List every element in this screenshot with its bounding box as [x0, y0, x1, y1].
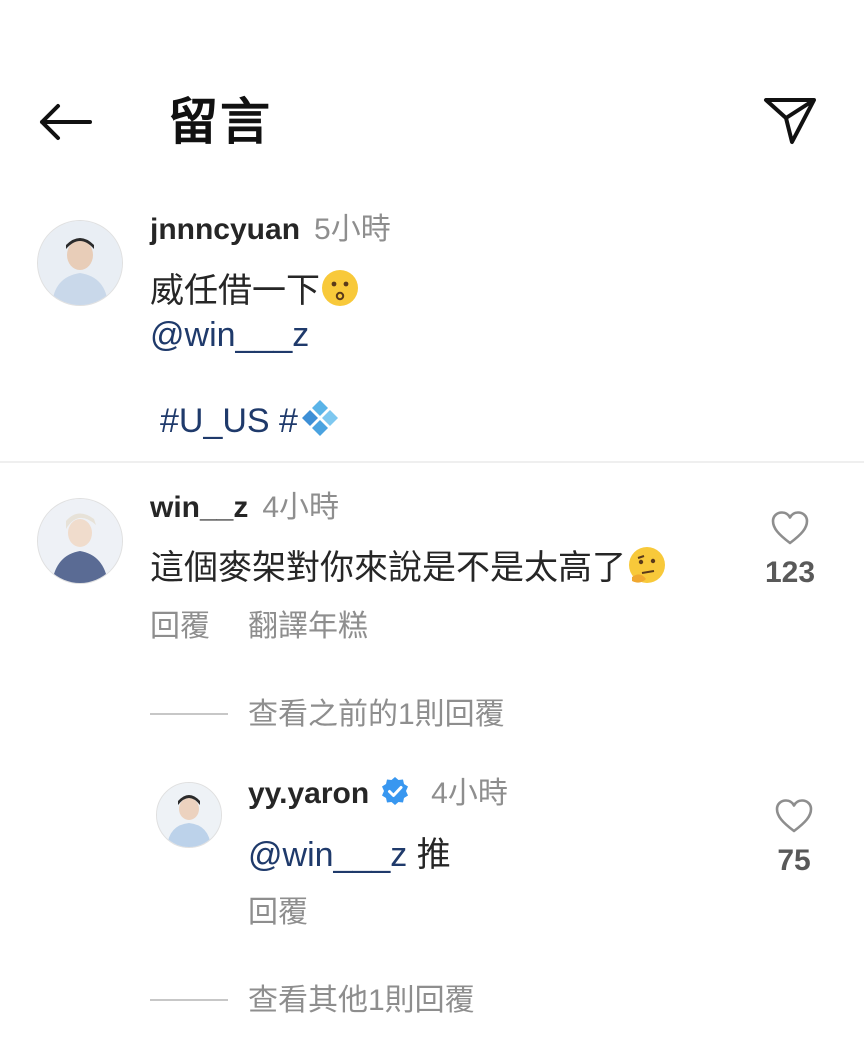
like-button[interactable]	[764, 508, 816, 548]
person-avatar-icon	[38, 499, 122, 583]
avatar[interactable]	[156, 782, 222, 848]
like-count: 75	[777, 844, 811, 877]
caption-text: 威任借一下	[150, 272, 320, 310]
divider	[0, 461, 864, 463]
thread-line	[150, 713, 228, 715]
diamond-emoji-icon	[298, 398, 342, 449]
comment-actions: 回覆 翻譯年糕	[150, 607, 368, 647]
kissing-face-emoji-icon	[320, 268, 360, 319]
like-button[interactable]	[768, 796, 820, 836]
hashtag-line: #U_US #	[160, 398, 342, 449]
caption-line: 威任借一下	[150, 268, 360, 319]
thread-line	[150, 999, 228, 1001]
timestamp: 4小時	[431, 777, 508, 810]
thinking-face-emoji-icon	[626, 545, 668, 596]
verified-badge-icon	[379, 775, 411, 825]
back-arrow-icon	[40, 104, 92, 140]
translate-button[interactable]: 翻譯年糕	[248, 610, 368, 643]
like-count: 123	[764, 556, 816, 589]
comment-text: 這個麥架對你來說是不是太高了	[150, 549, 626, 587]
reply-button[interactable]: 回覆	[150, 610, 210, 643]
comment-header: win__z 4小時	[150, 486, 339, 535]
hashtag-link[interactable]: #U_US #	[160, 402, 298, 440]
avatar[interactable]	[37, 498, 123, 584]
share-button[interactable]	[760, 92, 820, 148]
avatar[interactable]	[37, 220, 123, 306]
page-title: 留言	[168, 94, 272, 150]
caption-header: jnnncyuan 5小時	[150, 208, 391, 257]
username[interactable]: jnnncyuan	[150, 213, 300, 246]
timestamp: 4小時	[262, 491, 340, 524]
mention-link[interactable]: @win___z	[248, 836, 407, 874]
reply-button[interactable]: 回覆	[248, 893, 308, 933]
reply-text-line: @win___z 推	[248, 833, 451, 877]
back-button[interactable]	[34, 96, 94, 148]
person-avatar-icon	[157, 783, 221, 847]
paper-plane-icon	[764, 98, 816, 144]
heart-icon	[771, 511, 809, 545]
person-avatar-icon	[38, 221, 122, 305]
timestamp: 5小時	[314, 213, 391, 246]
reply-text: 推	[407, 836, 451, 874]
username[interactable]: win__z	[150, 491, 248, 524]
heart-icon	[775, 799, 813, 833]
view-more-replies[interactable]: 查看其他1則回覆	[248, 981, 475, 1021]
comment-text-line: 這個麥架對你來說是不是太高了	[150, 545, 668, 596]
reply-header: yy.yaron 4小時	[248, 772, 508, 825]
mention-link[interactable]: @win___z	[150, 313, 309, 357]
view-previous-replies[interactable]: 查看之前的1則回覆	[248, 695, 505, 735]
username[interactable]: yy.yaron	[248, 777, 369, 810]
